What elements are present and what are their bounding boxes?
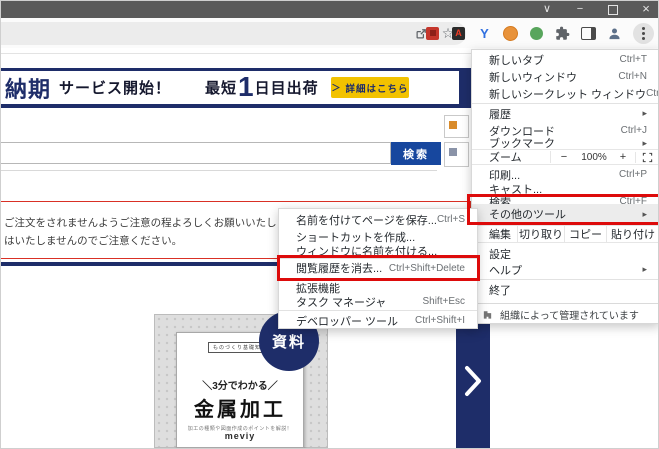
extensions-area: A Y (425, 21, 654, 45)
section-divider (1, 170, 437, 171)
chrome-main-menu: 新しいタブ Ctrl+T 新しいウィンドウ Ctrl+N 新しいシークレット ウ… (471, 49, 659, 324)
menu-item-label: 新しいシークレット ウィンドウ (489, 86, 646, 102)
header-widget-cutoff-1[interactable] (444, 115, 469, 138)
menu-item-settings[interactable]: 設定 (472, 245, 659, 262)
widget-panel (328, 314, 456, 448)
close-button[interactable]: × (636, 1, 656, 18)
orange-extension-icon[interactable] (503, 26, 518, 41)
tab-search-icon[interactable]: ∨ (537, 1, 557, 18)
browser-toolbar: ☆ A Y (1, 18, 658, 49)
menu-item-developer-tools[interactable]: デベロッパー ツール Ctrl+Shift+I (279, 312, 477, 329)
menu-item-save-page[interactable]: 名前を付けてページを保存... Ctrl+S (279, 211, 477, 228)
chrome-menu-button[interactable] (633, 23, 654, 44)
cta-label: 詳細はこちら (346, 81, 409, 95)
search-button[interactable]: 検索 (391, 142, 441, 165)
fullscreen-icon[interactable] (635, 152, 659, 163)
menu-zoom-row: ズーム − 100% + (472, 149, 659, 165)
banner-headline: サービス開始！ (59, 77, 171, 98)
red-extension-icon[interactable] (425, 26, 440, 41)
search-input[interactable] (0, 142, 391, 164)
menu-item-exit[interactable]: 終了 (472, 281, 659, 298)
menu-item-label: タスク マネージャ (296, 294, 386, 310)
zoom-in-button[interactable]: + (611, 151, 635, 163)
menu-item-label: 終了 (489, 282, 511, 298)
window-title-bar: ∨ − × (1, 1, 658, 18)
submenu-arrow-icon: ▸ (642, 138, 647, 149)
paste-button[interactable]: 貼り付け (607, 226, 659, 242)
managed-by-org-footer: 組織によって管理されています (472, 303, 659, 325)
menu-item-shortcut: Ctrl+P (619, 169, 647, 180)
copy-button[interactable]: コピー (565, 226, 607, 242)
edit-label: 編集 (472, 226, 518, 242)
menu-edit-row: 編集 切り取り コピー 貼り付け (472, 225, 659, 243)
menu-item-shortcut: Ctrl+Shift+N (646, 88, 659, 99)
menu-separator (472, 279, 659, 280)
brochure-logo: meviy (177, 431, 303, 441)
cut-button[interactable]: 切り取り (518, 226, 565, 242)
profile-avatar-icon[interactable] (607, 26, 622, 41)
submenu-arrow-icon: ▸ (642, 108, 647, 119)
menu-item-task-manager[interactable]: タスク マネージャ Shift+Esc (279, 294, 477, 309)
banner-sub-prefix: 最短 (205, 77, 237, 98)
browser-window: ∨ − × ☆ A Y (0, 0, 659, 449)
menu-item-shortcut: Ctrl+J (621, 125, 647, 136)
menu-item-shortcut: Ctrl+S (437, 214, 465, 225)
banner-sub-suffix: 日目出荷 (255, 77, 319, 98)
menu-item-shortcut: Ctrl+Shift+I (415, 315, 465, 326)
menu-item-shortcut: Ctrl+T (620, 54, 648, 65)
menu-item-label: 名前を付けてページを保存... (296, 212, 437, 228)
acrobat-extension-icon[interactable]: A (451, 26, 466, 41)
menu-item-label: 新しいタブ (489, 52, 544, 68)
address-bar[interactable]: ☆ (0, 22, 466, 45)
menu-item-help[interactable]: ヘルプ ▸ (472, 261, 659, 278)
green-extension-icon[interactable] (529, 26, 544, 41)
menu-item-label: デベロッパー ツール (296, 313, 398, 329)
menu-item-shortcut: Shift+Esc (422, 296, 465, 307)
menu-separator (279, 310, 477, 311)
menu-item-label: 設定 (489, 246, 511, 262)
submenu-arrow-icon: ▸ (642, 264, 647, 275)
side-panel-icon[interactable] (581, 26, 596, 41)
header-widget-cutoff-2[interactable] (444, 142, 469, 167)
chevron-right-icon (462, 364, 484, 398)
banner-lead-text: 納期 (5, 72, 51, 104)
menu-item-label: ヘルプ (489, 262, 522, 278)
materials-badge-label: 資料 (272, 331, 306, 352)
managed-by-org-label: 組織によって管理されています (500, 307, 639, 322)
menu-item-new-tab[interactable]: 新しいタブ Ctrl+T (472, 51, 659, 68)
restore-button[interactable] (608, 5, 618, 15)
organization-icon (482, 309, 493, 320)
banner-big-number: 1 (238, 71, 254, 103)
banner-cta-button[interactable]: ＞ 詳細はこちら (331, 77, 409, 98)
promo-banner: 納期 サービス開始！ 最短 1 日目出荷 ＞ 詳細はこちら (0, 71, 459, 104)
blue-extension-icon[interactable]: Y (477, 26, 492, 41)
menu-item-label: 履歴 (489, 106, 511, 122)
zoom-out-button[interactable]: − (550, 151, 577, 163)
menu-item-new-incognito-window[interactable]: 新しいシークレット ウィンドウ Ctrl+Shift+N (472, 85, 659, 102)
zoom-level-value: 100% (577, 152, 611, 163)
menu-item-bookmarks[interactable]: ブックマーク ▸ (472, 137, 659, 149)
menu-separator (472, 103, 659, 104)
cta-arrow-icon: ＞ (331, 81, 340, 94)
minimize-button[interactable]: − (570, 1, 590, 18)
annotation-box-more-tools (467, 194, 659, 225)
brochure-title: 金属加工 (177, 393, 303, 422)
menu-item-new-window[interactable]: 新しいウィンドウ Ctrl+N (472, 68, 659, 85)
brochure-catchcopy: ＼3分でわかる／ (177, 377, 303, 392)
menu-item-shortcut: Ctrl+N (618, 71, 647, 82)
extensions-puzzle-icon[interactable] (555, 26, 570, 41)
widget-expand-bar[interactable] (456, 314, 490, 448)
menu-item-label: 新しいウィンドウ (489, 69, 577, 85)
zoom-label: ズーム (472, 149, 550, 165)
menu-item-history[interactable]: 履歴 ▸ (472, 105, 659, 122)
annotation-box-clear-history (277, 255, 480, 281)
